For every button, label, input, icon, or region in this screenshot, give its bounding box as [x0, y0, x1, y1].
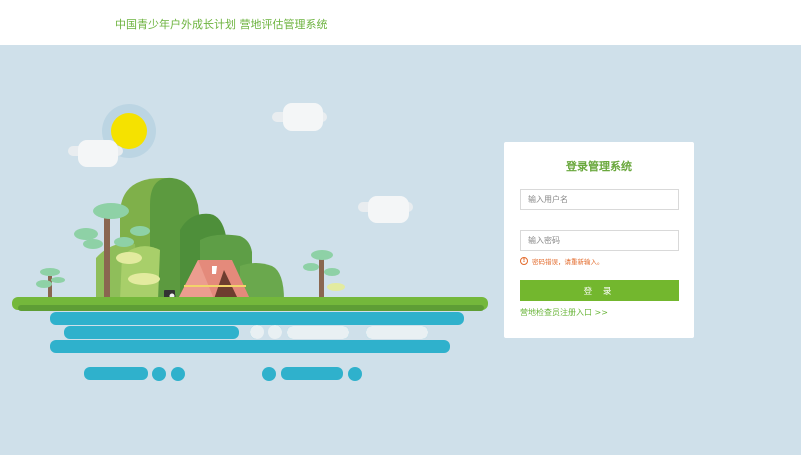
site-title: 中国青少年户外成长计划 营地评估管理系统	[115, 18, 328, 31]
register-link[interactable]: 营地检查员注册入口 >>	[520, 307, 608, 318]
login-stage: 登录管理系统 ! 密码错误，请重新输入。 登 录 营地检查员注册入口 >>	[0, 45, 801, 455]
cloud-icon	[272, 103, 327, 131]
header-bar: 中国青少年户外成长计划 营地评估管理系统	[0, 0, 801, 45]
error-message: 密码错误，请重新输入。	[532, 258, 604, 266]
cloud-icon	[358, 196, 413, 223]
water-reflection-icon	[50, 312, 464, 381]
login-card: 登录管理系统 ! 密码错误，请重新输入。 登 录 营地检查员注册入口 >>	[504, 142, 694, 338]
login-title: 登录管理系统	[566, 160, 632, 173]
username-input[interactable]	[520, 189, 679, 210]
tree-icon	[303, 250, 345, 300]
cloud-icon	[68, 140, 123, 167]
footer-strip	[0, 455, 801, 462]
island-icon	[12, 297, 488, 311]
login-button[interactable]: 登 录	[520, 280, 679, 301]
password-input[interactable]	[520, 230, 679, 251]
error-message-row: ! 密码错误，请重新输入。	[520, 255, 604, 267]
warning-icon: !	[520, 257, 528, 265]
tree-icon	[36, 268, 65, 299]
